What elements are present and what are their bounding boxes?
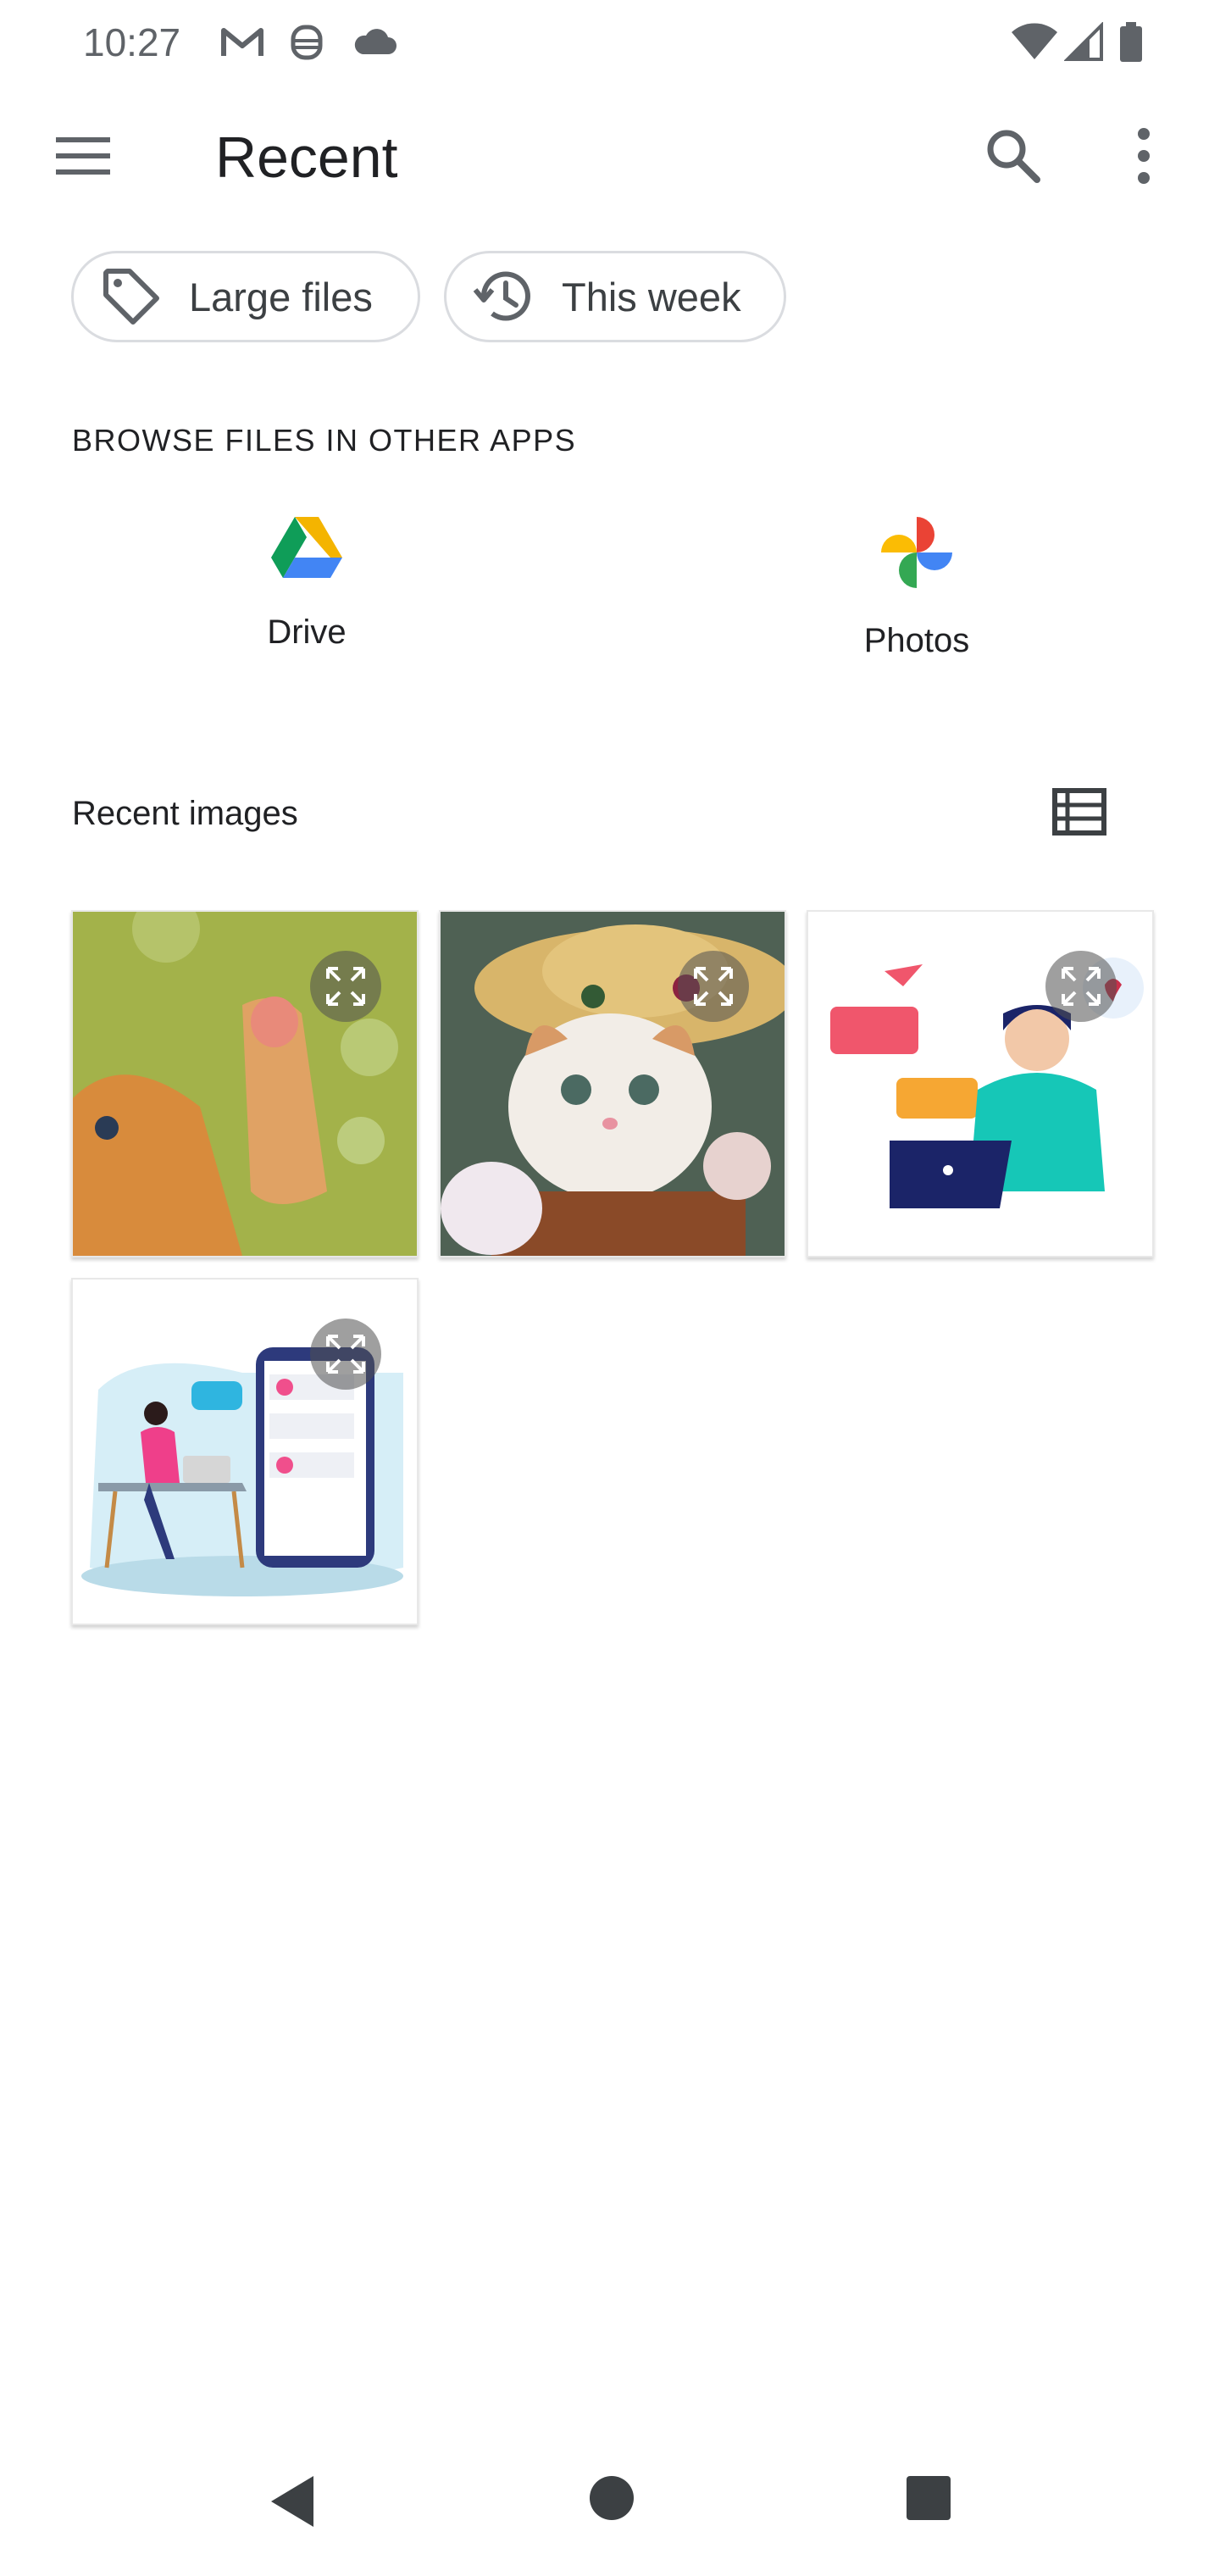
- browse-section-heading: BROWSE FILES IN OTHER APPS: [72, 423, 577, 458]
- gmail-icon: [221, 28, 263, 56]
- battery-icon: [1120, 22, 1142, 62]
- expand-icon[interactable]: [1045, 951, 1117, 1022]
- expand-icon[interactable]: [310, 1319, 381, 1390]
- photos-app-label: Photos: [863, 622, 970, 659]
- chip-this-week[interactable]: This week: [444, 251, 786, 342]
- history-icon: [473, 271, 530, 321]
- photos-app-tile[interactable]: Photos: [756, 517, 1078, 660]
- chip-large-files-label: Large files: [189, 274, 373, 319]
- tag-icon: [103, 269, 159, 325]
- cloud-icon: [354, 29, 396, 54]
- chip-this-week-label: This week: [562, 274, 741, 319]
- hamburger-menu-icon[interactable]: [54, 132, 112, 180]
- signal-icon: [1064, 22, 1103, 61]
- recents-icon[interactable]: [905, 2474, 952, 2522]
- google-photos-icon: [881, 517, 952, 588]
- drive-app-label: Drive: [267, 613, 347, 651]
- search-icon[interactable]: [983, 125, 1044, 186]
- kitten-bubbles-thumbnail[interactable]: [71, 910, 419, 1257]
- home-icon[interactable]: [588, 2474, 635, 2522]
- chip-large-files[interactable]: Large files: [71, 251, 420, 342]
- google-drive-icon: [271, 517, 342, 578]
- more-vert-icon[interactable]: [1134, 125, 1154, 186]
- expand-icon[interactable]: [310, 951, 381, 1022]
- kitten-hat-thumbnail[interactable]: [439, 910, 786, 1257]
- expand-icon[interactable]: [678, 951, 749, 1022]
- recent-images-heading: Recent images: [72, 795, 298, 832]
- status-time: 10:27: [83, 20, 181, 64]
- wifi-icon: [1012, 23, 1057, 59]
- chat-illustration-thumbnail[interactable]: [807, 910, 1154, 1257]
- android-debug-icon: [291, 25, 323, 60]
- back-icon[interactable]: [268, 2474, 315, 2529]
- list-view-icon[interactable]: [1052, 788, 1106, 836]
- drive-app-tile[interactable]: Drive: [146, 517, 468, 652]
- desk-illustration-thumbnail[interactable]: [71, 1278, 419, 1625]
- page-title: Recent: [215, 125, 398, 190]
